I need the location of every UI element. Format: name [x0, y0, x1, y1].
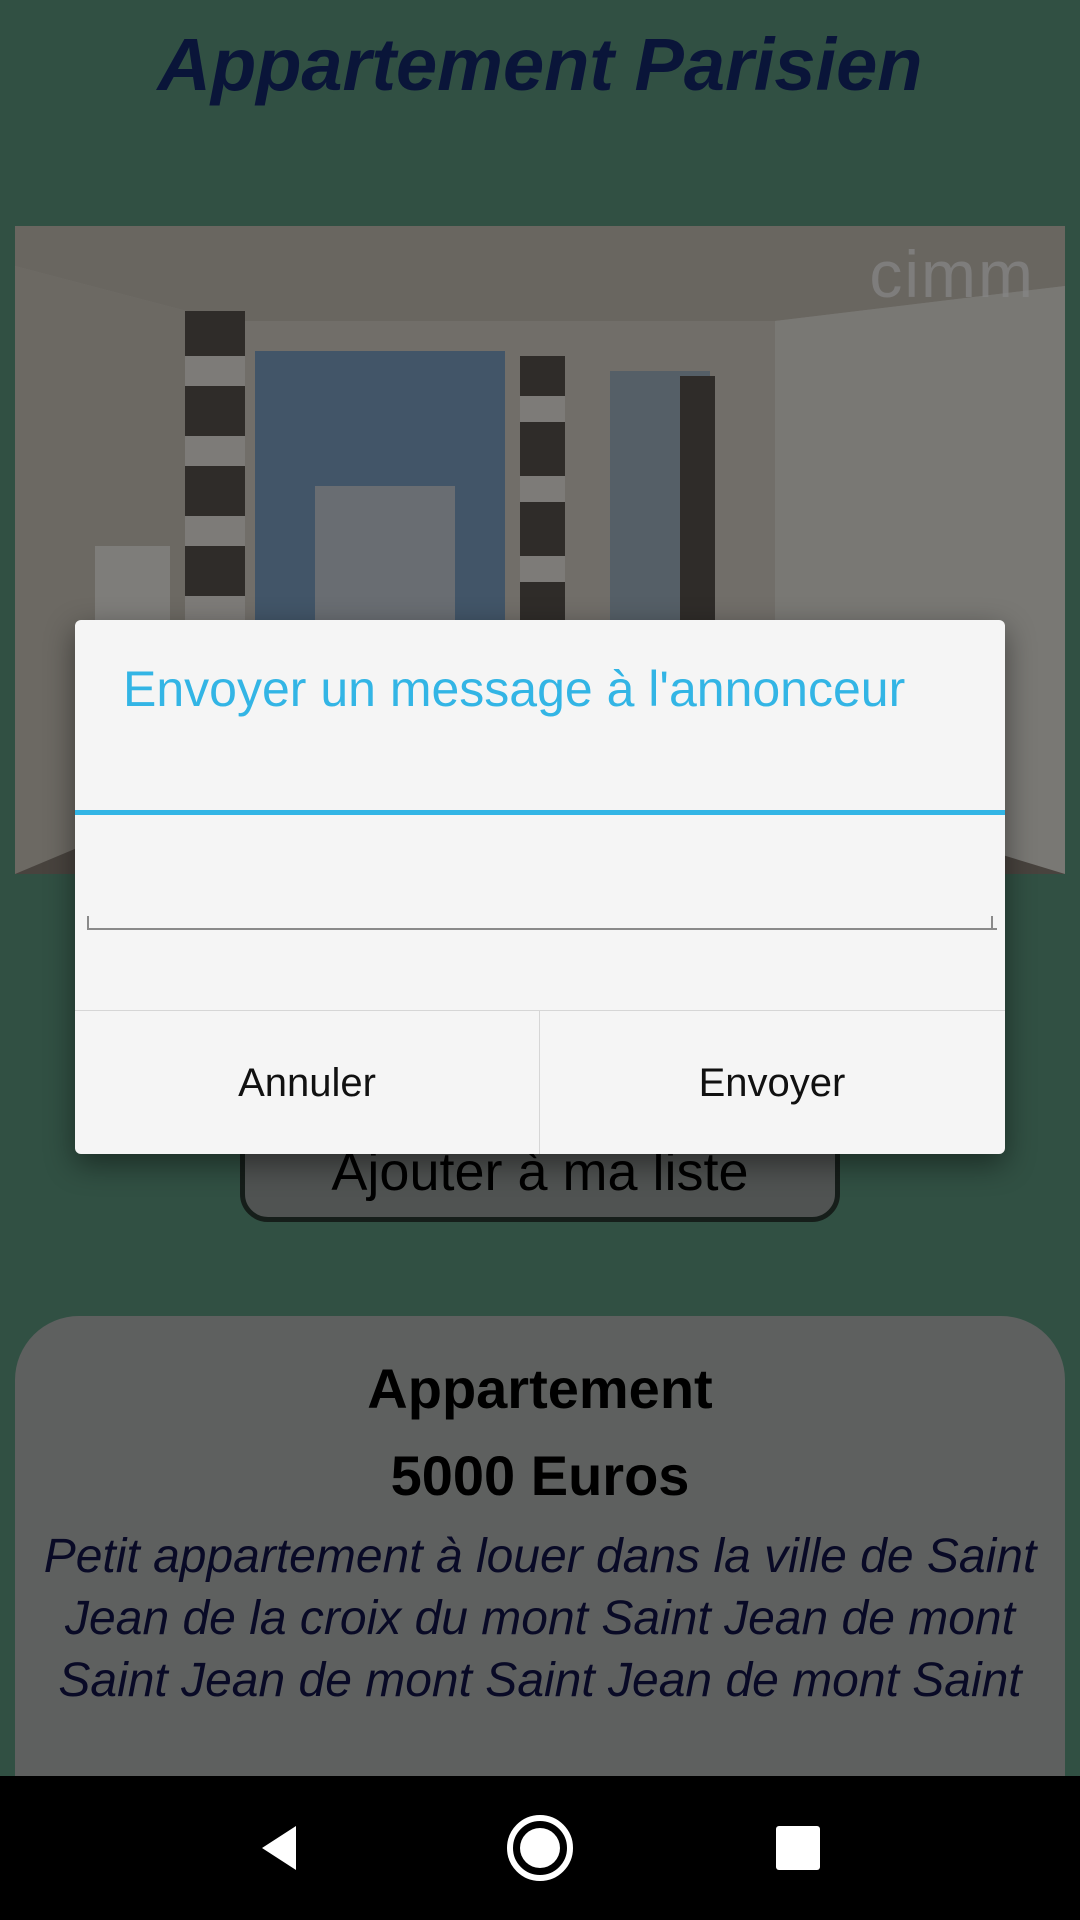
back-icon[interactable] [210, 1776, 350, 1920]
dialog-title: Envoyer un message à l'annonceur [123, 661, 906, 717]
home-icon[interactable] [470, 1776, 610, 1920]
dialog-button-bar: Annuler Envoyer [75, 1010, 1005, 1154]
message-input[interactable] [87, 830, 997, 930]
send-button[interactable]: Envoyer [540, 1011, 1004, 1154]
dialog-title-divider [75, 810, 1005, 815]
message-dialog: Envoyer un message à l'annonceur Annuler… [75, 620, 1005, 1154]
system-navigation-bar [0, 1776, 1080, 1920]
input-edge-left [87, 916, 89, 928]
recents-icon[interactable] [728, 1776, 868, 1920]
input-edge-right [991, 916, 993, 928]
cancel-button[interactable]: Annuler [75, 1011, 540, 1154]
